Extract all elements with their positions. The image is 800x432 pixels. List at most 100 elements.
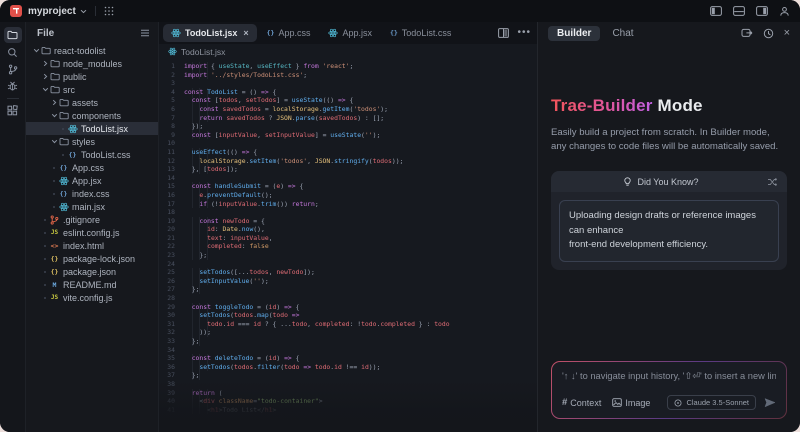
tree-item-label: package.json <box>63 267 116 277</box>
extensions-icon[interactable] <box>4 102 22 118</box>
code-line: 18 <box>159 208 537 217</box>
tree-item-App.jsx[interactable]: App.jsx <box>26 174 158 187</box>
tab-TodoList.jsx[interactable]: TodoList.jsx× <box>163 24 257 42</box>
tree-item-.gitignore[interactable]: .gitignore <box>26 213 158 226</box>
breadcrumb[interactable]: TodoList.jsx <box>159 44 537 59</box>
tab-TodoList.css[interactable]: {}TodoList.css <box>382 24 459 42</box>
tree-item-src[interactable]: src <box>26 83 158 96</box>
model-selector[interactable]: Claude 3.5-Sonnet <box>667 395 756 410</box>
tree-item-index.css[interactable]: {}index.css <box>26 187 158 200</box>
tree-item-App.css[interactable]: {}App.css <box>26 161 158 174</box>
code-line: 7 return savedTodos ? JSON.parse(savedTo… <box>159 114 537 123</box>
code-line: 11 useEffect(() => { <box>159 148 537 157</box>
toggle-bottom-panel-icon[interactable] <box>733 6 745 16</box>
code-line: 27 }; <box>159 285 537 294</box>
tree-item-label: vite.config.js <box>63 293 113 303</box>
tab-App.css[interactable]: {}App.css <box>259 24 319 42</box>
explorer-icon[interactable] <box>4 27 22 43</box>
tree-item-styles[interactable]: styles <box>26 135 158 148</box>
git-file-icon <box>49 215 60 225</box>
react-file-icon <box>328 28 338 38</box>
tree-item-node_modules[interactable]: node_modules <box>26 57 158 70</box>
tab-builder[interactable]: Builder <box>548 26 600 41</box>
tree-item-public[interactable]: public <box>26 70 158 83</box>
close-tab-icon[interactable]: × <box>243 28 248 38</box>
code-line: 40 <div className="todo-container"> <box>159 397 537 406</box>
context-button[interactable]: # Context <box>562 397 601 408</box>
code-editor[interactable]: TodoList.jsx×{}App.cssApp.jsx{}TodoList.… <box>159 22 537 432</box>
shuffle-icon[interactable] <box>767 178 778 186</box>
tree-item-label: main.jsx <box>72 202 105 212</box>
tree-item-label: TodoList.css <box>81 150 131 160</box>
code-line: 24 <box>159 260 537 269</box>
code-line: 36 setTodos(todos.filter(todo => todo.id… <box>159 363 537 372</box>
tree-item-eslint.config.js[interactable]: JSeslint.config.js <box>26 226 158 239</box>
model-name: Claude 3.5-Sonnet <box>686 398 749 407</box>
code-area[interactable]: 1import { useState, useEffect } from 're… <box>159 59 537 432</box>
tree-item-components[interactable]: components <box>26 109 158 122</box>
tree-item-react-todolist[interactable]: react-todolist <box>26 44 158 57</box>
tree-item-label: index.css <box>72 189 110 199</box>
editor-tab-bar: TodoList.jsx×{}App.cssApp.jsx{}TodoList.… <box>159 22 537 44</box>
tree-item-package-lock.json[interactable]: {}package-lock.json <box>26 252 158 265</box>
tab-chat[interactable]: Chat <box>612 28 633 39</box>
tree-item-README.md[interactable]: MREADME.md <box>26 278 158 291</box>
code-line: 1import { useState, useEffect } from 're… <box>159 62 537 71</box>
code-line: 23 }; <box>159 251 537 260</box>
tree-item-TodoList.jsx[interactable]: TodoList.jsx <box>26 122 158 135</box>
project-name[interactable]: myproject <box>28 6 76 17</box>
code-line: 14 <box>159 174 537 183</box>
react-file-icon <box>67 124 78 134</box>
toggle-right-panel-icon[interactable] <box>756 6 768 16</box>
react-file-icon <box>171 28 181 38</box>
close-panel-icon[interactable]: × <box>784 28 790 38</box>
split-editor-icon[interactable] <box>498 28 509 38</box>
chevron-down-icon <box>41 86 49 93</box>
card-body: Uploading design drafts or reference ima… <box>559 200 779 262</box>
app-grid-icon[interactable] <box>104 6 114 16</box>
code-line: 41 <h1>Todo List</h1> <box>159 406 537 415</box>
trae-logo-icon[interactable] <box>10 5 22 17</box>
debug-icon[interactable] <box>4 78 22 94</box>
tab-App.jsx[interactable]: App.jsx <box>320 24 380 42</box>
tree-item-main.jsx[interactable]: main.jsx <box>26 200 158 213</box>
code-line: 39 return ( <box>159 389 537 398</box>
tree-item-TodoList.css[interactable]: {}TodoList.css <box>26 148 158 161</box>
line-number: 24 <box>159 260 175 269</box>
file-tree: react-todolistnode_modulespublicsrcasset… <box>26 44 158 304</box>
line-number: 4 <box>159 88 175 97</box>
account-icon[interactable] <box>779 6 790 17</box>
history-icon[interactable] <box>763 28 774 39</box>
tree-item-index.html[interactable]: <>index.html <box>26 239 158 252</box>
more-actions-icon[interactable]: ••• <box>517 30 531 36</box>
new-session-icon[interactable] <box>741 28 753 38</box>
tree-item-label: styles <box>72 137 95 147</box>
search-icon[interactable] <box>4 44 22 60</box>
builder-title-rest: Mode <box>653 96 703 115</box>
code-line: 3 <box>159 79 537 88</box>
chat-input[interactable]: '↑ ↓' to navigate input history, '⇧⏎' to… <box>562 371 776 382</box>
tree-item-label: README.md <box>63 280 117 290</box>
json-file-icon: {} <box>49 268 60 276</box>
source-control-icon[interactable] <box>4 61 22 77</box>
line-number: 1 <box>159 62 175 71</box>
send-icon[interactable] <box>764 397 776 408</box>
file-explorer: File react-todolistnode_modulespublicsrc… <box>26 22 159 432</box>
image-button[interactable]: Image <box>612 398 650 408</box>
tree-item-assets[interactable]: assets <box>26 96 158 109</box>
code-line: 10 <box>159 139 537 148</box>
tree-item-vite.config.js[interactable]: JSvite.config.js <box>26 291 158 304</box>
line-number: 27 <box>159 285 175 294</box>
builder-panel: Builder Chat × Trae-Builder Mode Easily … <box>537 22 800 432</box>
code-line: 13 }, [todos]); <box>159 165 537 174</box>
code-line: 15 const handleSubmit = (e) => { <box>159 182 537 191</box>
chevron-down-icon[interactable] <box>80 9 87 14</box>
tree-item-package.json[interactable]: {}package.json <box>26 265 158 278</box>
react-file-icon <box>58 202 69 212</box>
builder-title-gradient: Trae-Builder <box>551 96 653 115</box>
explorer-menu-icon[interactable] <box>140 29 150 37</box>
code-line: 37 }; <box>159 371 537 380</box>
toggle-left-panel-icon[interactable] <box>710 6 722 16</box>
model-icon <box>674 399 682 407</box>
code-line: 17 if (!inputValue.trim()) return; <box>159 200 537 209</box>
